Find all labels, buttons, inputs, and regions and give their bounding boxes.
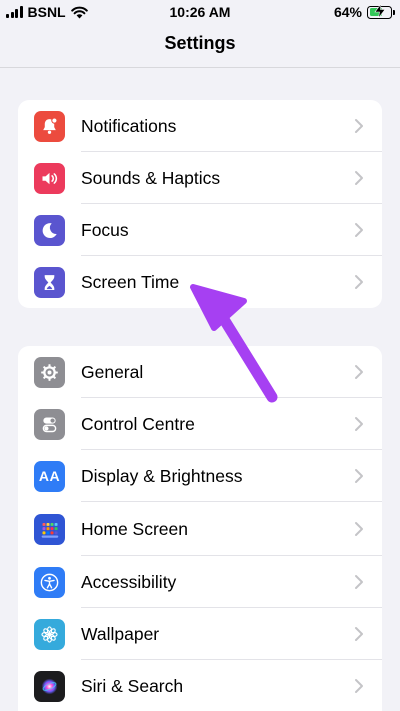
chevron-right-icon <box>355 223 363 237</box>
signal-icon <box>6 6 23 18</box>
app-grid-icon <box>34 513 65 545</box>
siri-icon <box>34 670 65 702</box>
settings-row-display-brightness[interactable]: AA Display & Brightness <box>18 450 382 502</box>
chevron-right-icon <box>355 119 363 133</box>
accessibility-icon <box>34 566 65 598</box>
settings-row-home-screen[interactable]: Home Screen <box>18 502 382 556</box>
chevron-right-icon <box>355 522 363 536</box>
settings-row-screen-time[interactable]: Screen Time <box>18 256 382 308</box>
row-label: Home Screen <box>81 518 188 539</box>
gear-icon <box>34 356 65 388</box>
settings-row-accessibility[interactable]: Accessibility <box>18 556 382 608</box>
charging-bolt-icon <box>374 3 386 18</box>
settings-row-focus[interactable]: Focus <box>18 204 382 256</box>
settings-group-2: General Control Centre AA Display & Brig… <box>18 346 382 711</box>
settings-row-notifications[interactable]: Notifications <box>18 100 382 152</box>
bell-icon <box>34 110 65 142</box>
battery-percentage: 64% <box>333 4 362 20</box>
settings-row-siri-search[interactable]: Siri & Search <box>18 660 382 711</box>
battery-icon <box>367 3 395 19</box>
chevron-right-icon <box>355 469 363 483</box>
speaker-icon <box>34 162 65 194</box>
row-label: Sounds & Haptics <box>81 167 221 188</box>
chevron-right-icon <box>355 171 363 185</box>
chevron-right-icon <box>355 575 363 589</box>
chevron-right-icon <box>355 679 363 693</box>
nav-divider <box>0 67 400 68</box>
row-label: Notifications <box>81 115 177 136</box>
settings-screen: BSNL 10:26 AM 64% Settings Notifications… <box>0 0 400 711</box>
row-label: Siri & Search <box>81 675 184 696</box>
wifi-icon <box>70 6 88 18</box>
row-label: General <box>81 361 144 382</box>
settings-row-wallpaper[interactable]: Wallpaper <box>18 608 382 660</box>
settings-row-general[interactable]: General <box>18 346 382 398</box>
page-title: Settings <box>164 33 236 53</box>
text-size-glyph: AA <box>38 468 61 484</box>
row-label: Wallpaper <box>81 623 160 644</box>
row-label: Control Centre <box>81 413 195 434</box>
flower-icon <box>34 618 65 650</box>
chevron-right-icon <box>355 417 363 431</box>
row-label: Display & Brightness <box>81 465 243 486</box>
settings-group-1: Notifications Sounds & Haptics Focus Scr… <box>18 100 382 308</box>
status-bar: BSNL 10:26 AM 64% <box>0 0 400 24</box>
row-label: Accessibility <box>81 571 177 592</box>
settings-row-control-centre[interactable]: Control Centre <box>18 398 382 450</box>
carrier-name: BSNL <box>27 4 66 20</box>
chevron-right-icon <box>355 365 363 379</box>
chevron-right-icon <box>355 275 363 289</box>
row-label: Screen Time <box>81 271 180 292</box>
toggles-icon <box>34 408 65 440</box>
settings-row-sounds-haptics[interactable]: Sounds & Haptics <box>18 152 382 204</box>
chevron-right-icon <box>355 627 363 641</box>
text-size-icon: AA <box>34 460 65 492</box>
row-label: Focus <box>81 219 129 240</box>
moon-icon <box>34 214 65 246</box>
hourglass-icon <box>34 266 65 298</box>
